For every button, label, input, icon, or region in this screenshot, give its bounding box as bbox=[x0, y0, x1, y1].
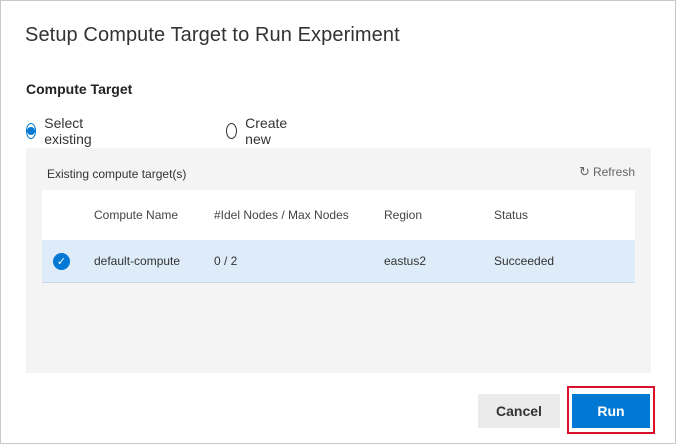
create-new-radio[interactable]: Create new bbox=[226, 115, 292, 147]
checkmark-icon: ✓ bbox=[53, 252, 70, 270]
row-compute-name: default-compute bbox=[94, 254, 181, 268]
column-header-status[interactable]: Status bbox=[494, 190, 528, 240]
radio-unchecked-icon bbox=[226, 123, 238, 139]
row-status: Succeeded bbox=[494, 254, 555, 268]
run-button[interactable]: Run bbox=[572, 394, 650, 428]
table-header: Compute Name #Idel Nodes / Max Nodes Reg… bbox=[42, 190, 635, 240]
row-select-checkbox[interactable]: ✓ bbox=[53, 240, 70, 282]
dialog-title: Setup Compute Target to Run Experiment bbox=[25, 24, 400, 46]
table-row[interactable]: ✓ default-compute 0 / 2 eastus2 Succeede… bbox=[42, 240, 635, 283]
compute-targets-table: Compute Name #Idel Nodes / Max Nodes Reg… bbox=[42, 190, 635, 283]
select-existing-label: Select existing bbox=[44, 115, 92, 147]
refresh-label: Refresh bbox=[592, 165, 635, 179]
column-header-region[interactable]: Region bbox=[384, 190, 422, 240]
refresh-button[interactable]: ↻ Refresh bbox=[579, 164, 635, 180]
existing-targets-label: Existing compute target(s) bbox=[47, 167, 187, 181]
row-region: eastus2 bbox=[384, 254, 427, 268]
cancel-button[interactable]: Cancel bbox=[478, 394, 560, 428]
column-header-nodes[interactable]: #Idel Nodes / Max Nodes bbox=[214, 190, 349, 240]
refresh-icon: ↻ bbox=[579, 164, 590, 179]
create-new-label: Create new bbox=[245, 115, 288, 147]
radio-checked-icon bbox=[26, 123, 37, 139]
setup-compute-dialog: Setup Compute Target to Run Experiment C… bbox=[0, 0, 676, 444]
row-nodes: 0 / 2 bbox=[214, 254, 238, 268]
compute-target-label: Compute Target bbox=[26, 81, 133, 97]
column-header-compute-name[interactable]: Compute Name bbox=[94, 190, 178, 240]
select-existing-radio[interactable]: Select existing bbox=[26, 115, 97, 147]
existing-targets-panel: Existing compute target(s) ↻ Refresh Com… bbox=[26, 148, 651, 373]
